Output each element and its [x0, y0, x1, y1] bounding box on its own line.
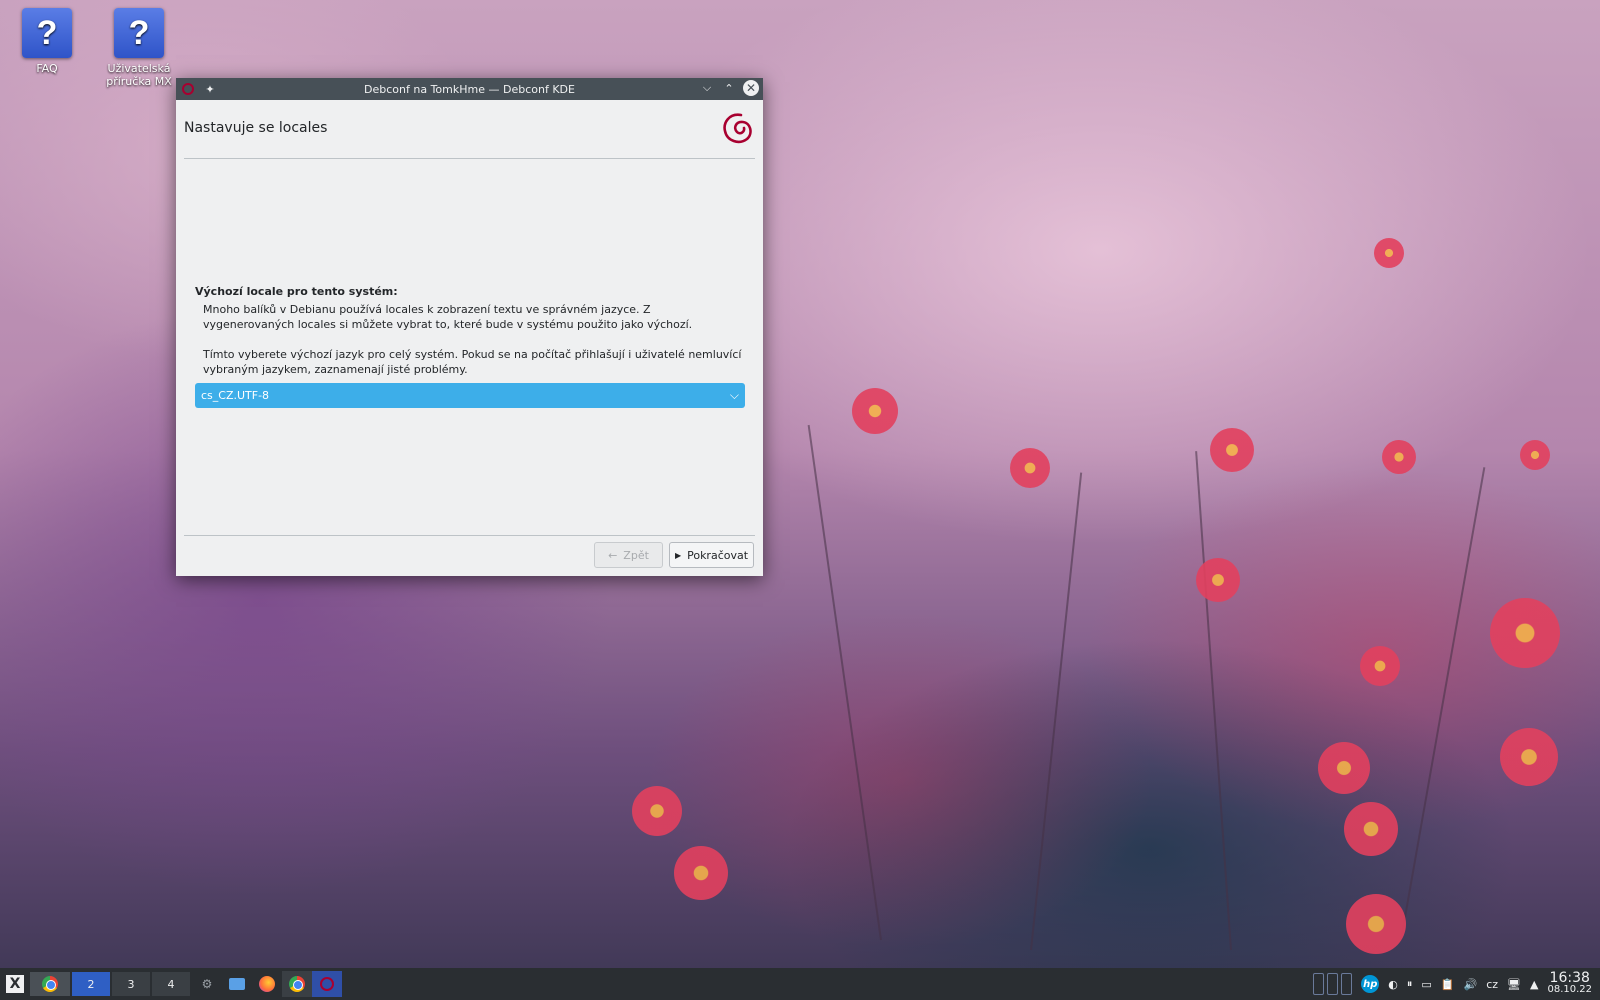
locale-select-value: cs_CZ.UTF-8 — [201, 389, 270, 402]
network-icon[interactable]: 🖥 — [1507, 978, 1521, 991]
question-area: Výchozí locale pro tento systém: Mnoho b… — [176, 159, 763, 535]
back-button[interactable]: ← Zpět — [594, 542, 663, 568]
volume-icon[interactable]: 🔊 — [1464, 978, 1478, 991]
question-label: Výchozí locale pro tento systém: — [195, 285, 398, 298]
minimize-button[interactable]: ⌵ — [699, 80, 715, 96]
pager-desktop-1[interactable] — [30, 972, 70, 996]
pager-desktop-3[interactable]: 3 — [112, 972, 150, 996]
taskbar: X 2 3 4 ⚙ hp ◐ ⏸ ▭ 📋 🔊 cz 🖥 ▲ 16:38 08.1… — [0, 968, 1600, 1000]
pager-desktop-4[interactable]: 4 — [152, 972, 190, 996]
continue-button-label: Pokračovat — [687, 548, 749, 562]
cpu-monitor-icon[interactable] — [1313, 973, 1325, 995]
locale-select[interactable]: cs_CZ.UTF-8 ⌵ — [195, 383, 745, 408]
keyboard-layout[interactable]: cz — [1486, 978, 1498, 991]
play-right-icon: ▶ — [674, 550, 682, 560]
clock[interactable]: 16:38 08.10.22 — [1547, 970, 1592, 996]
pager-label: 4 — [167, 977, 175, 991]
display-icon[interactable]: ▭ — [1421, 978, 1431, 991]
desktop-icon-label: Uživatelská příručka MX — [106, 62, 172, 88]
tray-expand-icon[interactable]: ▲ — [1530, 978, 1538, 991]
pager-label: 3 — [127, 977, 135, 991]
chrome-task-icon[interactable] — [282, 971, 312, 997]
arrow-left-icon: ← — [608, 548, 618, 562]
firefox-icon[interactable] — [252, 971, 282, 997]
night-color-icon[interactable]: ◐ — [1388, 978, 1398, 991]
window-titlebar[interactable]: ✦ Debconf na TomkHme — Debconf KDE ⌵ ⌃ ✕ — [176, 78, 763, 100]
page-header: Nastavuje se locales — [176, 100, 763, 158]
button-bar: ← Zpět ▶ Pokračovat — [176, 534, 763, 576]
clipboard-icon[interactable]: 📋 — [1441, 978, 1455, 991]
debconf-task-icon[interactable] — [312, 971, 342, 997]
debian-logo-icon — [723, 113, 752, 144]
page-title: Nastavuje se locales — [184, 120, 328, 136]
debian-app-icon[interactable] — [182, 83, 194, 95]
pager-label: 2 — [87, 977, 95, 991]
desktop-icon-label: FAQ — [36, 62, 58, 75]
mx-logo-icon: X — [6, 975, 24, 993]
maximize-button[interactable]: ⌃ — [721, 80, 737, 96]
debconf-window: ✦ Debconf na TomkHme — Debconf KDE ⌵ ⌃ ✕… — [176, 78, 763, 576]
system-tray: hp ◐ ⏸ ▭ 📋 🔊 cz 🖥 ▲ 16:38 08.10.22 — [1313, 968, 1600, 1000]
pager-desktop-2[interactable]: 2 — [72, 972, 110, 996]
memory-monitor-icon[interactable] — [1327, 973, 1339, 995]
description-paragraph-1: Mnoho balíků v Debianu používá locales k… — [203, 303, 693, 331]
clock-time: 16:38 — [1549, 970, 1590, 986]
hp-icon[interactable]: hp — [1361, 975, 1380, 993]
back-button-label: Zpět — [623, 548, 649, 562]
settings-icon[interactable]: ⚙ — [192, 971, 222, 997]
swap-monitor-icon[interactable] — [1341, 973, 1353, 995]
clock-date: 08.10.22 — [1547, 984, 1592, 995]
desktop-icon-faq[interactable]: ? FAQ — [12, 8, 82, 75]
question-icon: ? — [114, 8, 164, 58]
close-button[interactable]: ✕ — [743, 80, 759, 96]
chrome-icon — [42, 976, 58, 992]
file-manager-icon[interactable] — [222, 971, 252, 997]
media-pause-icon[interactable]: ⏸ — [1407, 977, 1413, 991]
window-title: Debconf na TomkHme — Debconf KDE — [364, 82, 575, 96]
mx-menu-button[interactable]: X — [0, 971, 30, 997]
description-paragraph-2: Tímto vyberete výchozí jazyk pro celý sy… — [203, 348, 742, 376]
desktop-icon-user-manual[interactable]: ? Uživatelská příručka MX — [104, 8, 174, 88]
chevron-down-icon: ⌵ — [729, 388, 739, 402]
question-icon: ? — [22, 8, 72, 58]
continue-button[interactable]: ▶ Pokračovat — [669, 542, 754, 568]
pin-icon[interactable]: ✦ — [202, 81, 218, 97]
